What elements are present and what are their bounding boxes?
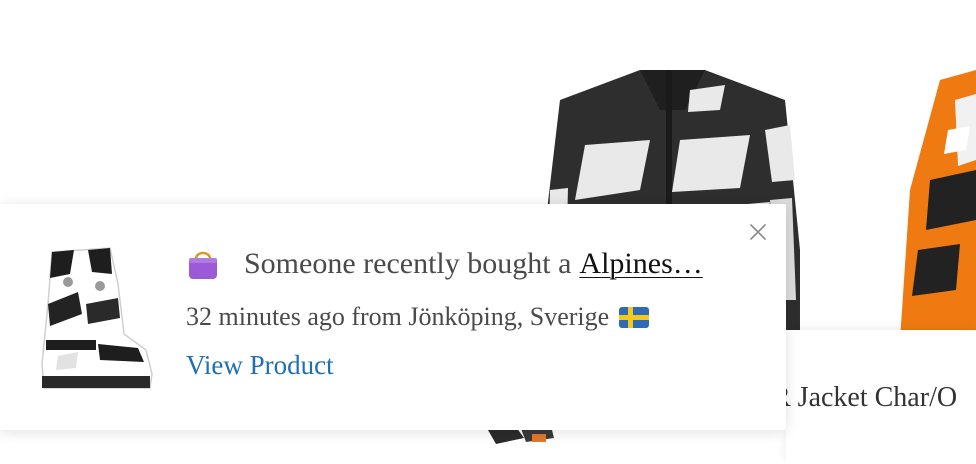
purchase-message: Someone recently bought a Alpines… xyxy=(186,244,746,284)
boot-thumbnail-image[interactable] xyxy=(38,244,154,392)
product-title[interactable]: R Jacket Char/O xyxy=(772,382,957,414)
orange-jacket-image[interactable] xyxy=(900,70,976,340)
message-prefix: Someone recently bought a xyxy=(244,247,572,280)
time-location-text: 32 minutes ago from Jönköping, Sverige xyxy=(186,302,610,331)
sweden-flag-icon xyxy=(619,306,650,328)
time-location-row: 32 minutes ago from Jönköping, Sverige xyxy=(186,300,650,334)
page: R Jacket Char/O Someone recently bought … xyxy=(0,0,976,464)
close-icon[interactable] xyxy=(746,220,770,244)
product-name-link[interactable]: Alpines… xyxy=(579,247,702,281)
sales-notification-popup[interactable]: Someone recently bought a Alpines… 32 mi… xyxy=(0,204,786,430)
view-product-link[interactable]: View Product xyxy=(186,350,334,381)
shopping-bag-icon xyxy=(189,251,217,279)
